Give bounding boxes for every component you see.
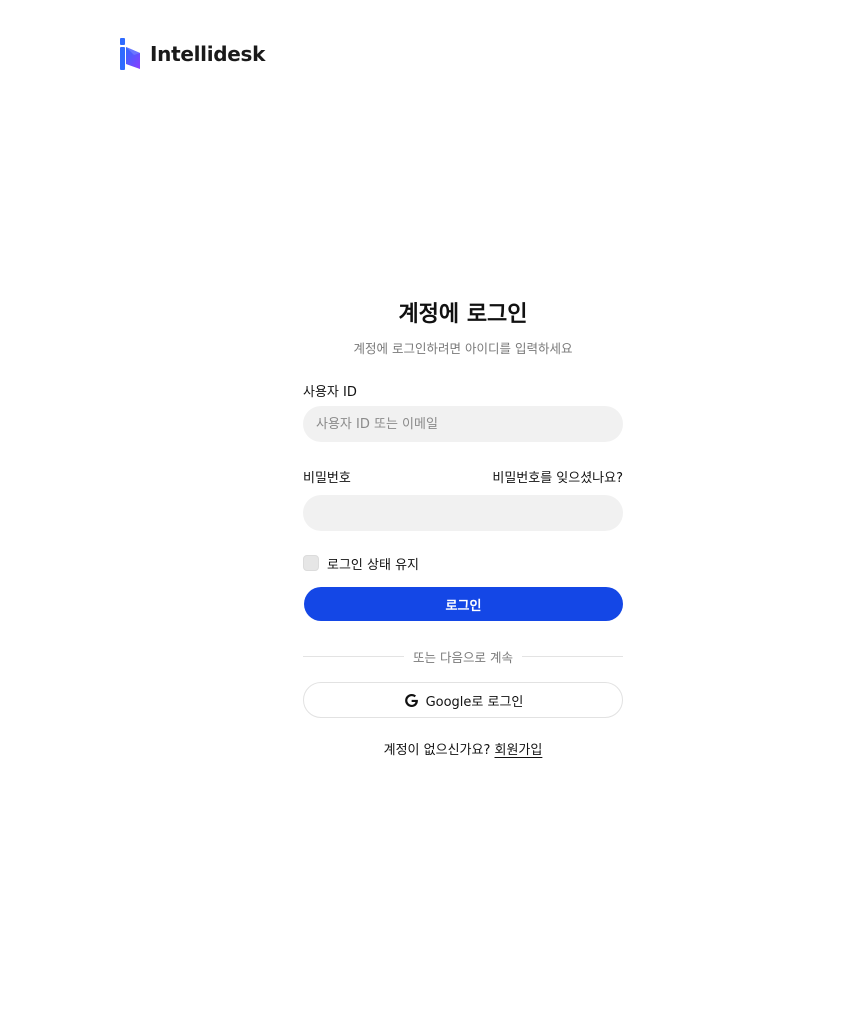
google-login-button[interactable]: Google로 로그인 [303, 682, 623, 718]
google-icon [404, 693, 418, 707]
signup-prompt: 계정이 없으신가요? [383, 743, 491, 758]
username-label: 사용자 ID [303, 384, 357, 400]
login-button[interactable]: 로그인 [304, 587, 623, 621]
password-input[interactable] [303, 495, 623, 531]
brand-name: Intellidesk [150, 42, 266, 66]
signup-link[interactable]: 회원가입 [495, 743, 543, 758]
page-subtitle: 계정에 로그인하려면 아이디를 입력하세요 [353, 341, 573, 356]
divider-line-left [303, 655, 405, 657]
signup-row: 계정이 없으신가요? 회원가입 [303, 742, 623, 760]
divider: 또는 다음으로 계속 [303, 647, 624, 665]
intellidesk-logo-icon [120, 38, 140, 70]
remember-me-label[interactable]: 로그인 상태 유지 [327, 554, 419, 573]
divider-text: 또는 다음으로 계속 [413, 649, 513, 665]
login-form: 계정에 로그인 계정에 로그인하려면 아이디를 입력하세요 사용자 ID 비밀번… [303, 300, 624, 760]
forgot-password-link[interactable]: 비밀번호를 잊으셨나요? [492, 467, 623, 486]
brand-logo[interactable]: Intellidesk [120, 38, 265, 70]
remember-me-checkbox[interactable] [303, 555, 319, 571]
username-label-row: 사용자 ID [303, 381, 623, 400]
username-input[interactable] [303, 406, 623, 442]
google-login-label: Google로 로그인 [425, 694, 524, 710]
divider-line-right [521, 655, 624, 657]
page-title: 계정에 로그인 [398, 302, 528, 327]
password-label-row: 비밀번호 비밀번호를 잊으셨나요? [303, 467, 623, 486]
remember-me-row: 로그인 상태 유지 [303, 554, 623, 573]
password-label: 비밀번호 [303, 470, 351, 486]
